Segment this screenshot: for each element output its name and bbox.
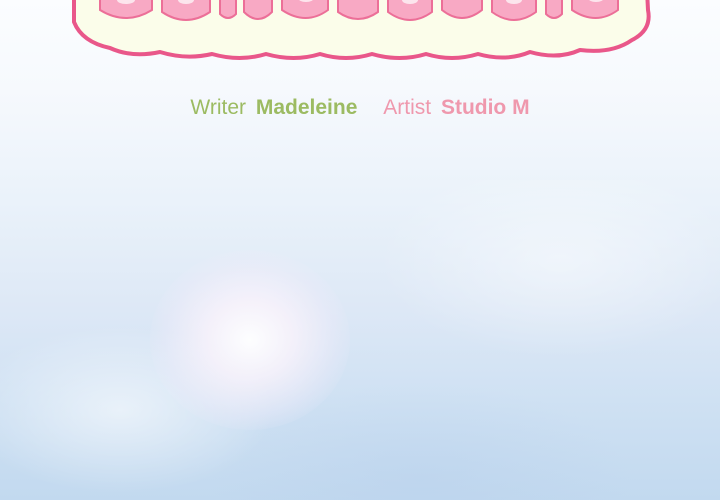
sun-glare — [150, 250, 350, 430]
title-logo — [60, 0, 660, 62]
credits-line: Writer Madeleine Artist Studio M — [0, 93, 720, 123]
writer-name: Madeleine — [255, 96, 358, 119]
writer-role-label: Writer — [190, 96, 247, 119]
artist-role-label: Artist — [383, 96, 432, 119]
artist-name: Studio M — [440, 96, 530, 119]
artist-credit: Artist Studio M — [383, 93, 529, 123]
sky-haze — [0, 180, 720, 500]
writer-credit: Writer Madeleine — [190, 93, 357, 123]
